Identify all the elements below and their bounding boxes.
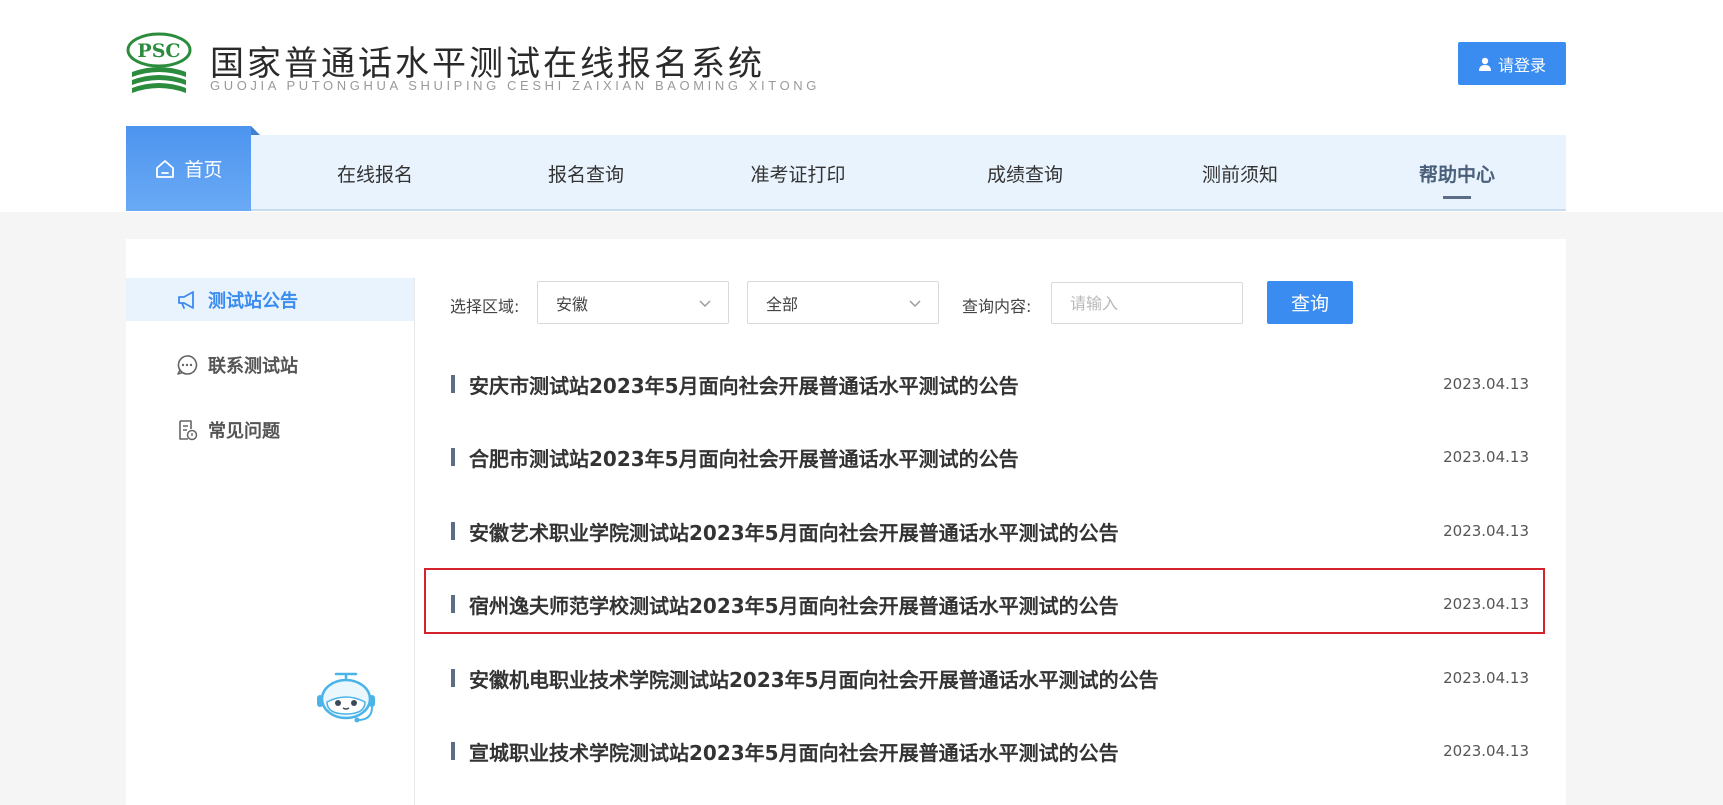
notice-title[interactable]: 宣城职业技术学院测试站2023年5月面向社会开展普通话水平测试的公告: [469, 737, 1443, 766]
notice-item[interactable]: 安徽机电职业技术学院测试站2023年5月面向社会开展普通话水平测试的公告 2023…: [451, 655, 1529, 701]
psc-logo[interactable]: PSC: [126, 32, 192, 96]
nav-pretest-notice[interactable]: 测前须知: [1170, 135, 1310, 211]
category-select-value: 全部: [766, 294, 799, 314]
sidebar-item-label: 测试站公告: [208, 290, 298, 312]
region-label: 选择区域:: [450, 297, 520, 316]
notice-title[interactable]: 安徽艺术职业学院测试站2023年5月面向社会开展普通话水平测试的公告: [469, 517, 1443, 546]
user-icon: [1478, 57, 1491, 71]
notice-title[interactable]: 安徽机电职业技术学院测试站2023年5月面向社会开展普通话水平测试的公告: [469, 664, 1443, 693]
login-label: 请登录: [1497, 55, 1546, 75]
sidebar-divider: [414, 278, 415, 805]
nav-active-indicator: [1443, 196, 1471, 199]
notice-item[interactable]: 安徽艺术职业学院测试站2023年5月面向社会开展普通话水平测试的公告 2023.0…: [451, 508, 1529, 554]
notice-title[interactable]: 宿州逸夫师范学校测试站2023年5月面向社会开展普通话水平测试的公告: [469, 590, 1443, 619]
logo-text: PSC: [137, 40, 180, 62]
chat-bubble-icon: [177, 354, 198, 375]
nav-online-registration[interactable]: 在线报名: [305, 135, 445, 211]
notice-marker: [451, 669, 455, 687]
notice-marker: [451, 742, 455, 760]
notice-date: 2023.04.13: [1443, 448, 1529, 466]
region-select[interactable]: 安徽: [537, 281, 729, 324]
query-label: 查询内容:: [962, 297, 1032, 316]
nav-score-query[interactable]: 成绩查询: [955, 135, 1095, 211]
region-select-value: 安徽: [556, 294, 589, 314]
sidebar-item-faq[interactable]: 常见问题: [126, 408, 414, 451]
notice-marker: [451, 375, 455, 393]
home-icon: [156, 159, 175, 178]
notice-title[interactable]: 合肥市测试站2023年5月面向社会开展普通话水平测试的公告: [469, 443, 1443, 472]
category-select[interactable]: 全部: [747, 281, 939, 324]
notice-date: 2023.04.13: [1443, 375, 1529, 393]
site-subtitle: GUOJIA PUTONGHUA SHUIPING CESHI ZAIXIAN …: [210, 78, 820, 93]
nav-help-center[interactable]: 帮助中心: [1387, 135, 1527, 211]
notice-marker: [451, 522, 455, 540]
nav-home-label: 首页: [184, 159, 223, 181]
sidebar-item-label: 常见问题: [208, 420, 280, 442]
sidebar-item-contact-station[interactable]: 联系测试站: [126, 343, 414, 386]
login-button[interactable]: 请登录: [1458, 42, 1566, 85]
chevron-down-icon: [699, 300, 711, 307]
document-question-icon: [179, 419, 198, 440]
megaphone-icon: [178, 290, 194, 309]
notice-item[interactable]: 宣城职业技术学院测试站2023年5月面向社会开展普通话水平测试的公告 2023.0…: [451, 728, 1529, 774]
notice-item[interactable]: 宿州逸夫师范学校测试站2023年5月面向社会开展普通话水平测试的公告 2023.0…: [451, 581, 1529, 627]
nav-admission-ticket-print[interactable]: 准考证打印: [728, 135, 868, 211]
search-button[interactable]: 查询: [1267, 281, 1353, 324]
notice-marker: [451, 595, 455, 613]
chevron-down-icon: [909, 300, 921, 307]
notice-title[interactable]: 安庆市测试站2023年5月面向社会开展普通话水平测试的公告: [469, 370, 1443, 399]
notice-item[interactable]: 合肥市测试站2023年5月面向社会开展普通话水平测试的公告 2023.04.13: [451, 434, 1529, 480]
nav-home[interactable]: 首页: [126, 126, 260, 211]
robot-assistant-icon[interactable]: [314, 670, 378, 726]
notice-date: 2023.04.13: [1443, 595, 1529, 613]
notice-date: 2023.04.13: [1443, 742, 1529, 760]
notice-date: 2023.04.13: [1443, 669, 1529, 687]
query-input[interactable]: [1051, 282, 1243, 324]
notice-date: 2023.04.13: [1443, 522, 1529, 540]
sidebar-item-label: 联系测试站: [208, 355, 298, 377]
nav-registration-query[interactable]: 报名查询: [516, 135, 656, 211]
sidebar-item-station-notices[interactable]: 测试站公告: [126, 278, 414, 321]
notice-item[interactable]: 安庆市测试站2023年5月面向社会开展普通话水平测试的公告 2023.04.13: [451, 361, 1529, 407]
notice-marker: [451, 448, 455, 466]
